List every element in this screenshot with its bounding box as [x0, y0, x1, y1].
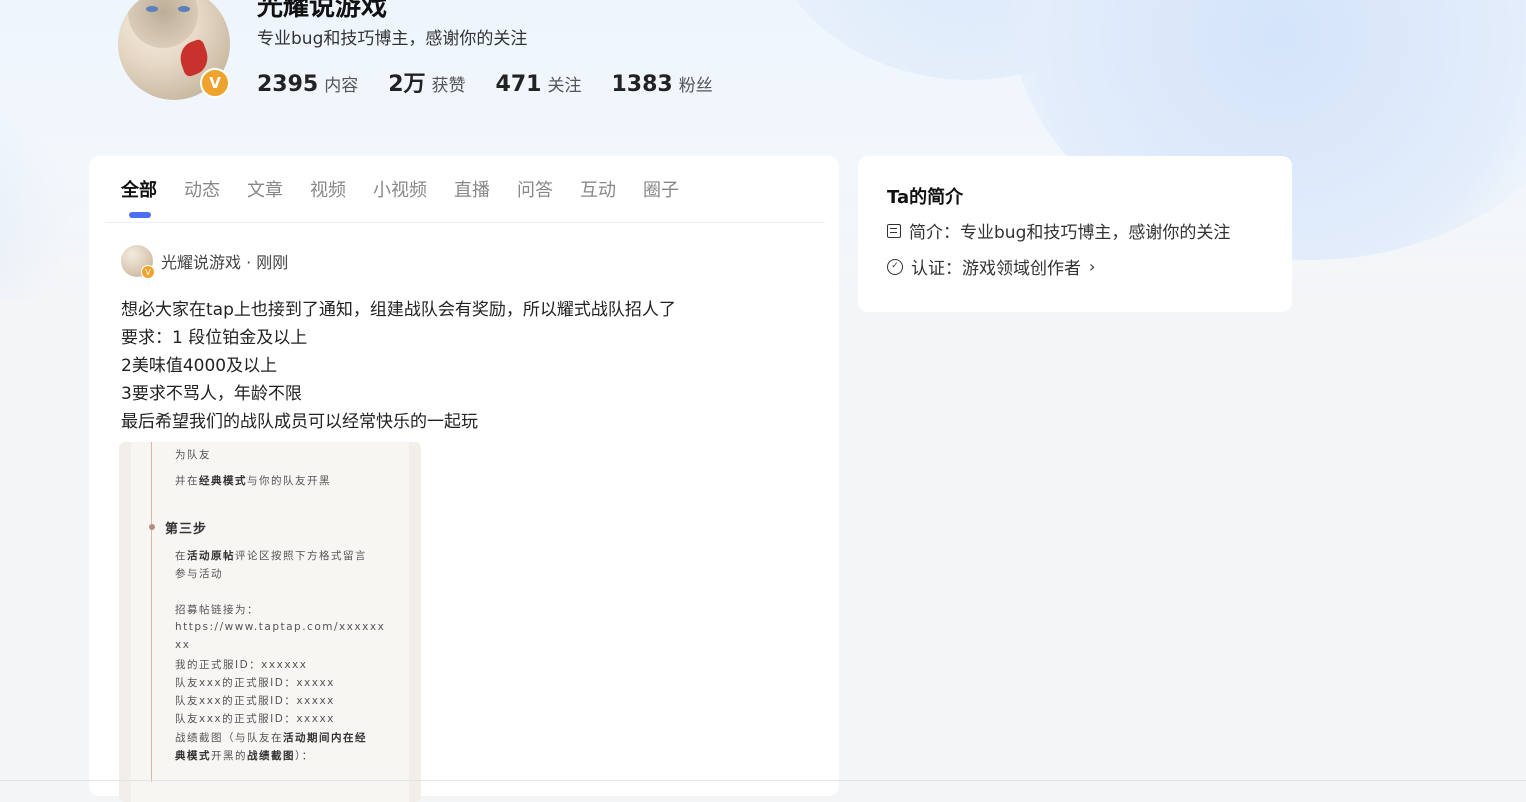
stat-label: 获赞: [431, 76, 466, 96]
stat-followers[interactable]: 1383 粉丝: [611, 71, 712, 97]
post-author-time[interactable]: 光耀说游戏 · 刚刚: [161, 249, 288, 273]
tab-dynamics[interactable]: 动态: [184, 176, 220, 202]
post-line: 要求：1 段位铂金及以上: [121, 328, 308, 348]
certification-text: 认证：游戏领域创作者: [911, 259, 1081, 279]
post-line: 最后希望我们的战队成员可以经常快乐的一起玩: [121, 412, 478, 432]
stat-content[interactable]: 2395 内容: [257, 71, 358, 97]
stat-label: 粉丝: [678, 76, 713, 96]
tab-circles[interactable]: 圈子: [643, 176, 679, 202]
tab-interaction[interactable]: 互动: [580, 176, 616, 202]
stat-value: 471: [495, 72, 542, 97]
image-text: 参与活动: [175, 568, 223, 580]
image-text: 在活动原帖评论区按照下方格式留言: [175, 550, 367, 562]
tab-short-videos[interactable]: 小视频: [373, 176, 427, 202]
image-text: 队友xxx的正式服ID：xxxxx: [175, 677, 335, 689]
post-author-avatar[interactable]: V: [121, 245, 155, 279]
profile-bio: 专业bug和技巧博主，感谢你的关注: [257, 29, 528, 49]
tab-all[interactable]: 全部: [121, 176, 157, 218]
profile-stats: 2395 内容 2万 获赞 471 关注 1383 粉丝: [257, 66, 713, 98]
intro-text: 简介：专业bug和技巧博主，感谢你的关注: [909, 223, 1231, 243]
intro-row: 简介：专业bug和技巧博主，感谢你的关注: [887, 218, 1230, 243]
step-dot: [149, 524, 155, 530]
image-text: https://www.taptap.com/xxxxxx: [175, 621, 386, 633]
profile-avatar[interactable]: V: [118, 0, 230, 100]
post-line: 想必大家在tap上也接到了通知，组建战队会有奖励，所以耀式战队招人了: [121, 300, 676, 320]
stat-value: 2万: [388, 72, 426, 97]
image-text: xx: [175, 639, 191, 651]
document-icon: [887, 223, 901, 238]
image-text: 为队友: [175, 449, 211, 461]
verified-badge-icon: V: [141, 265, 155, 279]
image-text: 队友xxx的正式服ID：xxxxx: [175, 713, 335, 725]
tab-videos[interactable]: 视频: [310, 176, 346, 202]
verified-check-icon: ✓: [887, 258, 903, 275]
image-text: 典模式开黑的战绩截图）：: [175, 750, 314, 762]
stat-value: 2395: [257, 72, 319, 97]
post-text[interactable]: 想必大家在tap上也接到了通知，组建战队会有奖励，所以耀式战队招人了 要求：1 …: [121, 296, 676, 436]
stat-label: 关注: [547, 76, 582, 96]
profile-name: 光耀说游戏: [257, 0, 388, 22]
post-image[interactable]: 为队友 并在经典模式与你的队友开黑 第三步 在活动原帖评论区按照下方格式留言 参…: [119, 442, 421, 802]
image-text: 队友xxx的正式服ID：xxxxx: [175, 695, 335, 707]
post-header: V 光耀说游戏 · 刚刚: [121, 245, 288, 279]
tab-qa[interactable]: 问答: [517, 176, 553, 202]
image-content: 为队友 并在经典模式与你的队友开黑 第三步 在活动原帖评论区按照下方格式留言 参…: [131, 442, 409, 802]
chevron-right-icon: ›: [1089, 257, 1096, 276]
tab-live[interactable]: 直播: [454, 176, 490, 202]
stat-likes: 2万 获赞: [388, 66, 465, 98]
image-text: 招募帖链接为：: [175, 604, 259, 616]
stat-following[interactable]: 471 关注: [496, 71, 582, 97]
content-feed-card: 全部 动态 文章 视频 小视频 直播 问答 互动 圈子 V 光耀说游戏 · 刚刚…: [89, 156, 839, 802]
certification-row[interactable]: ✓ 认证：游戏领域创作者 ›: [887, 254, 1095, 279]
profile-intro-card: Ta的简介 简介：专业bug和技巧博主，感谢你的关注 ✓ 认证：游戏领域创作者 …: [858, 156, 1292, 312]
tab-articles[interactable]: 文章: [247, 176, 283, 202]
stat-value: 1383: [611, 72, 673, 97]
content-tabs: 全部 动态 文章 视频 小视频 直播 问答 互动 圈子: [121, 176, 706, 218]
image-text: 并在经典模式与你的队友开黑: [175, 475, 331, 487]
stat-label: 内容: [324, 76, 359, 96]
divider: [105, 222, 825, 223]
intro-title: Ta的简介: [887, 187, 964, 208]
image-text: 战绩截图（与队友在活动期间内在经: [175, 732, 367, 744]
image-step-title: 第三步: [165, 522, 208, 537]
decor-blob: [0, 70, 70, 300]
image-text: 我的正式服ID：xxxxxx: [175, 659, 308, 671]
post-line: 3要求不骂人，年龄不限: [121, 384, 302, 404]
post-line: 2美味值4000及以上: [121, 356, 278, 376]
timeline-line: [151, 442, 152, 782]
divider: [0, 780, 1526, 781]
verified-badge-icon: V: [200, 68, 230, 98]
